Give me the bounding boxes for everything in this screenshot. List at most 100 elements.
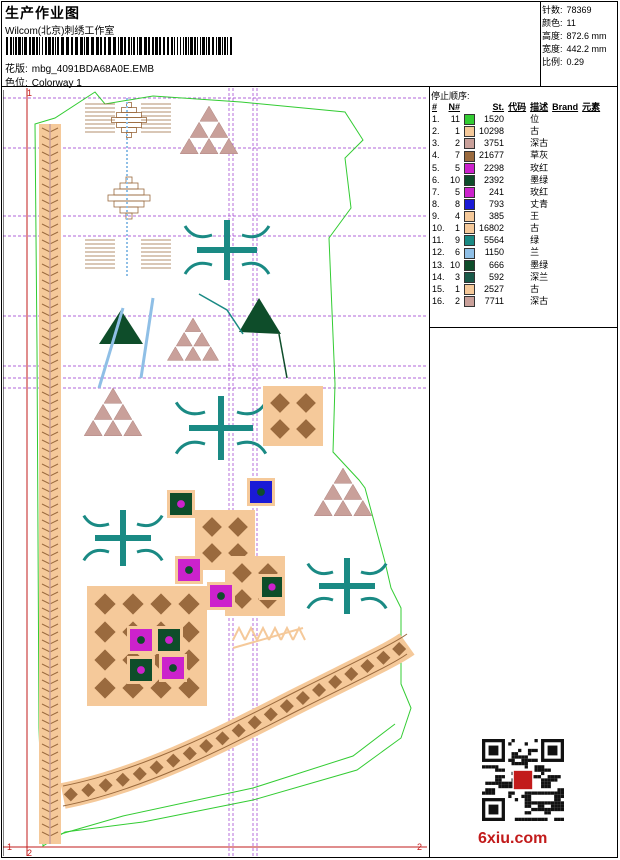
row-index: 10. bbox=[432, 223, 445, 234]
qr-module bbox=[524, 765, 528, 769]
row-stitches: 793 bbox=[489, 198, 505, 209]
qr-module bbox=[557, 788, 561, 792]
diamond-block-upper bbox=[263, 386, 323, 446]
qr-module bbox=[508, 784, 512, 789]
qr-module bbox=[514, 752, 519, 756]
color-swatch bbox=[464, 235, 476, 247]
table-row: 13. 10 666 墨绿 bbox=[430, 259, 602, 271]
barcode-bar bbox=[197, 37, 198, 55]
barcode-bar bbox=[155, 37, 158, 55]
qr-module bbox=[547, 801, 551, 805]
row-desc: 草灰 bbox=[530, 150, 549, 161]
row-code bbox=[506, 174, 528, 186]
barcode-bar bbox=[29, 37, 31, 55]
qr-module bbox=[544, 811, 548, 815]
table-row: 11. 9 5564 绿 bbox=[430, 234, 602, 247]
stat-value: 78369 bbox=[566, 5, 592, 15]
barcode-bar bbox=[216, 37, 217, 55]
qr-module bbox=[511, 752, 515, 756]
qr-module bbox=[550, 791, 555, 795]
qr-module bbox=[531, 748, 535, 753]
teal-cross-motif bbox=[82, 510, 164, 566]
barcode-bar bbox=[120, 37, 123, 55]
qr-module bbox=[511, 755, 515, 759]
qr-module bbox=[485, 788, 489, 792]
qr-module bbox=[524, 791, 528, 795]
barcode-bar bbox=[80, 37, 83, 55]
cross-stitch-row bbox=[119, 206, 139, 214]
cross-stitch-row bbox=[113, 188, 145, 196]
qr-module bbox=[547, 775, 551, 779]
cross-leaf bbox=[236, 440, 268, 455]
color-swatch bbox=[464, 162, 476, 174]
qr-module bbox=[541, 807, 545, 812]
qr-module bbox=[524, 758, 528, 762]
qr-module bbox=[524, 804, 528, 808]
qr-module bbox=[557, 801, 561, 805]
qr-module bbox=[550, 804, 555, 808]
tile-dark-green bbox=[155, 626, 183, 654]
qr-module bbox=[560, 794, 564, 799]
stop-rows: 1. 11 1520 位 2. 1 10298 古 3. 2 3751 深古 4. 7 21677 草灰 5. 5… bbox=[430, 113, 602, 307]
row-code bbox=[506, 149, 528, 161]
qr-module bbox=[554, 794, 558, 799]
qr-module bbox=[518, 817, 522, 821]
row-stitches: 3751 bbox=[484, 138, 505, 149]
row-code bbox=[506, 210, 528, 222]
row-desc: 墨绿 bbox=[530, 259, 549, 270]
barcode-bar bbox=[224, 37, 226, 55]
triangle bbox=[199, 105, 219, 122]
barcode-bar bbox=[91, 37, 94, 55]
qr-module bbox=[537, 807, 542, 812]
qr-module bbox=[521, 794, 525, 799]
qr-module bbox=[547, 807, 551, 812]
cross-stitch-row bbox=[116, 112, 142, 118]
row-index: 11. bbox=[432, 235, 444, 246]
row-brand bbox=[550, 186, 580, 198]
row-element bbox=[580, 162, 602, 174]
color-swatch bbox=[464, 271, 476, 283]
row-needle: 10 bbox=[450, 259, 461, 270]
triangle bbox=[103, 419, 123, 436]
qr-module bbox=[498, 781, 502, 785]
qr-module bbox=[527, 811, 532, 815]
qr-module bbox=[534, 768, 538, 772]
table-row: 16. 2 7711 深古 bbox=[430, 295, 602, 307]
qr-module bbox=[501, 781, 505, 785]
cross-knot bbox=[120, 551, 126, 558]
stat-value: 11 bbox=[566, 18, 576, 28]
qr-module bbox=[534, 801, 538, 805]
qr-module bbox=[511, 758, 515, 762]
qr-module bbox=[527, 758, 532, 762]
page-title: 生产作业图 bbox=[5, 5, 80, 21]
row-swatch bbox=[462, 246, 477, 259]
row-needle: 11 bbox=[450, 114, 461, 125]
table-row: 8. 8 793 丈青 bbox=[430, 198, 602, 210]
qr-module bbox=[518, 748, 522, 753]
qr-module bbox=[550, 801, 555, 805]
qr-module bbox=[495, 778, 499, 782]
table-row: 15. 1 2527 古 bbox=[430, 283, 602, 295]
barcode-bar bbox=[55, 37, 56, 55]
qr-module bbox=[524, 794, 528, 799]
stop-sequence-table: # N# St. 代码 描述 Brand 元素 1. 11 1520 位 2. 1 1029… bbox=[430, 100, 602, 307]
qr-module bbox=[544, 778, 548, 782]
row-swatch bbox=[462, 271, 477, 283]
qr-module bbox=[554, 807, 558, 812]
row-element bbox=[580, 246, 602, 258]
stat-label: 颜色: bbox=[542, 18, 563, 28]
triangle bbox=[184, 346, 202, 361]
row-code bbox=[506, 137, 528, 149]
qr-module bbox=[501, 768, 505, 772]
qr-finder bbox=[547, 745, 558, 756]
col-stitches: St. bbox=[492, 101, 505, 112]
barcode bbox=[6, 37, 232, 55]
qr-module bbox=[488, 791, 492, 795]
qr-logo bbox=[512, 769, 534, 791]
barcode-bar bbox=[113, 37, 116, 55]
col-code: 代码 bbox=[508, 102, 527, 112]
row-index: 12. bbox=[432, 247, 445, 258]
row-desc: 古 bbox=[530, 223, 540, 234]
qr-module bbox=[550, 778, 555, 782]
tile-center bbox=[169, 664, 177, 672]
